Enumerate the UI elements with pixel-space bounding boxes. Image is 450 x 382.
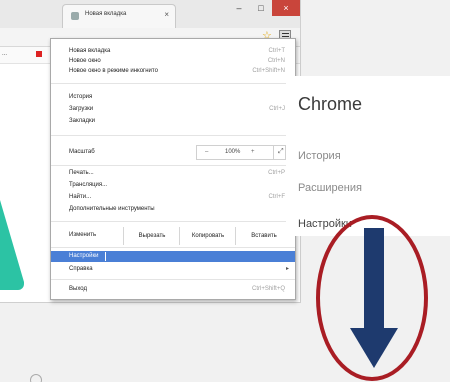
page-graphic [0,282,24,290]
menu-item-shortcut: Ctrl+Shift+Q [251,286,285,292]
panel-item-history[interactable]: История [298,150,341,162]
chrome-menu: Новая вкладка Ctrl+T Новое окно Ctrl+N Н… [50,38,296,300]
menu-item-print[interactable]: Печать... Ctrl+P [51,169,295,179]
chrome-side-panel: Chrome История Расширения Настройки [286,76,450,236]
menu-item-shortcut: Ctrl+N [267,58,285,64]
tab-close-icon[interactable]: × [164,10,169,19]
fullscreen-icon: ⤢ [278,148,284,155]
text-cursor [105,252,106,261]
menu-item-more-tools[interactable]: Дополнительные инструменты ▸ [51,205,295,215]
menu-item-label: Настройки [69,253,99,259]
favicon-icon [71,12,79,20]
menu-line-icon [281,36,289,37]
menu-separator [51,135,295,136]
menu-separator [51,83,295,84]
menu-item-exit[interactable]: Выход Ctrl+Shift+Q [51,285,295,295]
browser-window: Новая вкладка × – □ × ☆ ... Новая вкладк… [0,0,301,303]
menu-item-new-tab[interactable]: Новая вкладка Ctrl+T [51,47,295,57]
menu-item-label: Закладки [69,118,95,124]
bottom-strip [0,372,300,382]
page-graphic [0,200,24,286]
menu-item-shortcut: Ctrl+F [268,194,286,200]
menu-item-label: Выход [69,286,87,292]
browser-tab[interactable]: Новая вкладка × [62,4,176,29]
menu-item-label: Трансляция... [69,182,108,188]
menu-item-label: Загрузки [69,106,94,112]
menu-item-zoom: Масштаб – 100% + ⤢ [51,143,295,163]
copy-button[interactable]: Копировать [179,227,236,245]
menu-line-icon [281,33,289,34]
menu-item-shortcut: Ctrl+J [269,106,285,112]
menu-item-label: Дополнительные инструменты [69,206,155,212]
menu-item-label: Новая вкладка [69,48,111,54]
edit-label: Изменить [69,232,97,238]
down-arrow-icon [364,228,384,330]
menu-item-label: Новое окно в режиме инкогнито [69,68,158,74]
cut-button[interactable]: Вырезать [123,227,180,245]
tab-bar: Новая вкладка × – □ × [0,0,300,29]
circle-icon [30,374,42,382]
screenshot-stage: Новая вкладка × – □ × ☆ ... Новая вкладк… [0,0,450,382]
menu-item-label: Найти... [69,194,92,200]
menu-item-downloads[interactable]: Загрузки Ctrl+J [51,105,295,115]
zoom-value: 100% [225,149,241,155]
menu-item-history[interactable]: История [51,93,295,103]
bookmark-item[interactable]: ... [2,51,7,57]
menu-item-label: Печать... [69,170,94,176]
window-controls: – □ × [228,0,300,18]
menu-item-new-window[interactable]: Новое окно Ctrl+N [51,57,295,67]
tab-title: Новая вкладка [85,11,127,17]
zoom-in-button[interactable]: + [251,149,255,155]
menu-item-settings[interactable]: Настройки [51,251,295,262]
close-window-button[interactable]: × [272,0,300,16]
panel-title: Chrome [298,94,363,114]
panel-item-extensions[interactable]: Расширения [298,182,362,194]
menu-item-label: Справка [69,266,93,272]
down-arrow-head-icon [350,328,398,368]
menu-item-cast[interactable]: Трансляция... [51,181,295,191]
menu-item-incognito[interactable]: Новое окно в режиме инкогнито Ctrl+Shift… [51,67,295,77]
bookmark-favicon-icon[interactable] [36,51,42,57]
zoom-out-button[interactable]: – [205,149,208,155]
menu-item-find[interactable]: Найти... Ctrl+F [51,193,295,203]
menu-separator [51,165,295,166]
menu-item-edit: Изменить Вырезать Копировать Вставить [51,225,295,247]
maximize-button[interactable]: □ [250,0,272,16]
paste-button[interactable]: Вставить [235,227,292,245]
menu-item-shortcut: Ctrl+T [268,48,286,54]
menu-separator [51,221,295,222]
menu-item-help[interactable]: Справка ▸ [51,265,295,275]
minimize-button[interactable]: – [228,0,250,16]
menu-item-bookmarks[interactable]: Закладки ▸ [51,117,295,127]
zoom-label: Масштаб [69,149,95,155]
submenu-arrow-icon: ▸ [285,266,289,272]
menu-item-label: Новое окно [69,58,101,64]
menu-item-shortcut: Ctrl+P [268,170,285,176]
menu-item-label: История [69,94,93,100]
menu-item-shortcut: Ctrl+Shift+N [252,68,285,74]
menu-separator [51,247,295,248]
menu-separator [51,279,295,280]
